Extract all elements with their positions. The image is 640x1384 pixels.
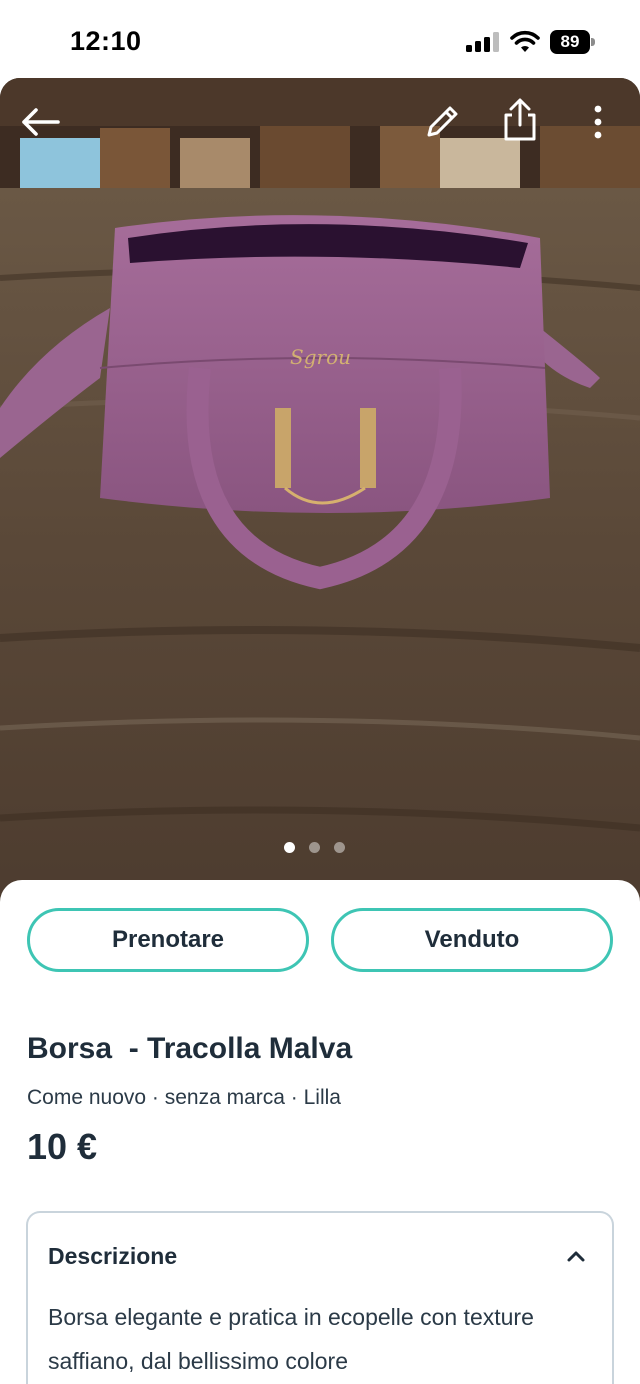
battery-icon: 89: [550, 30, 596, 54]
chevron-up-icon[interactable]: [566, 1249, 586, 1263]
listing-details: Prenotare Venduto Borsa - Tracolla Malva…: [0, 880, 640, 1384]
edit-pencil-icon[interactable]: [418, 98, 466, 146]
back-arrow-icon[interactable]: [16, 98, 64, 146]
gallery-dot[interactable]: [309, 842, 320, 853]
description-card[interactable]: Descrizione Borsa elegante e pratica in …: [26, 1211, 614, 1384]
gallery-dot[interactable]: [334, 842, 345, 853]
gallery-dot[interactable]: [284, 842, 295, 853]
gallery-pagination: [284, 842, 345, 853]
share-icon[interactable]: [496, 96, 544, 144]
description-header: Descrizione: [48, 1243, 178, 1269]
status-bar: 12:10 89: [0, 0, 640, 80]
svg-text:Sgrou: Sgrou: [290, 345, 351, 369]
sold-button[interactable]: Venduto: [331, 908, 613, 972]
more-vertical-icon[interactable]: [578, 98, 618, 146]
wifi-icon: [510, 30, 540, 52]
product-photo[interactable]: Sgrou: [0, 78, 640, 908]
battery-level: 89: [550, 30, 590, 54]
reserve-button[interactable]: Prenotare: [27, 908, 309, 972]
listing-subtitle: Come nuovo · senza marca · Lilla: [27, 1086, 341, 1109]
listing-price: 10 €: [27, 1126, 98, 1167]
listing-title: Borsa - Tracolla Malva: [27, 1032, 353, 1065]
status-time: 12:10: [70, 26, 142, 56]
description-text: Borsa elegante e pratica in ecopelle con…: [48, 1304, 534, 1374]
signal-icon: [466, 32, 499, 52]
handbag-image: Sgrou: [0, 78, 640, 908]
